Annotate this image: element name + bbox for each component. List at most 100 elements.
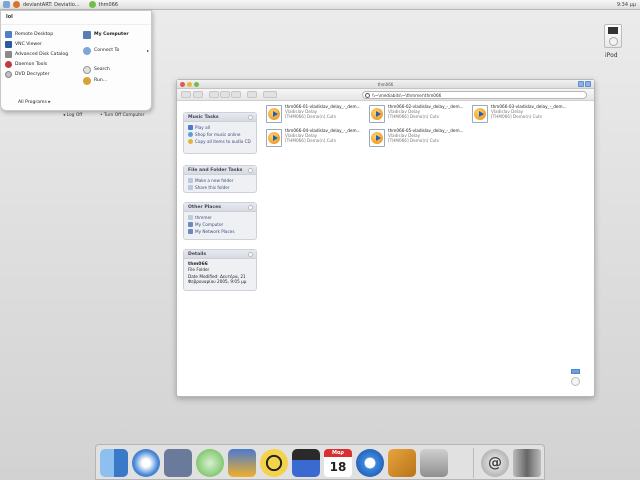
audio-file-icon [265,128,283,148]
shop-music-link[interactable]: Shop for music online [188,132,252,137]
clapper-icon[interactable] [292,449,320,477]
close-icon[interactable] [180,82,185,87]
other-places-header[interactable]: Other Places [184,203,256,212]
place-my-computer-link[interactable]: My Computer [188,222,252,227]
scroll-down-button[interactable] [571,377,580,386]
pane-item-label: Play all [195,125,210,130]
start-item-label: Advanced Disk Catalog [15,51,69,57]
pane-title: Music Tasks [188,115,219,120]
menubar-item-label: deviantART: Deviatio... [23,1,80,8]
zoom-icon[interactable] [194,82,199,87]
start-item-dvd-decrypter[interactable]: DVD Decrypter [5,69,77,79]
start-menu-places: My Computer Connect To ▸ Search Run... [83,29,149,86]
action-button[interactable] [247,91,257,98]
apple-icon[interactable] [3,1,10,8]
finder-icon[interactable] [100,449,128,477]
share-folder-link[interactable]: Share this folder [188,185,252,190]
itunes-icon[interactable] [196,449,224,477]
place-network-link[interactable]: My Network Places [188,229,252,234]
calendar-day: 18 [324,457,352,477]
dock-divider [473,448,474,478]
scrollbar-thumb[interactable] [571,369,580,374]
imovie-icon[interactable] [228,449,256,477]
start-item-vnc-viewer[interactable]: VNC Viewer [5,39,77,49]
mail-at-icon[interactable]: @ [481,449,509,477]
start-item-advanced-disk-catalog[interactable]: Advanced Disk Catalog [5,49,77,59]
copy-to-cd-link[interactable]: Copy all items to audio CD [188,139,252,144]
system-prefs-icon[interactable] [420,449,448,477]
view-icons-button[interactable] [209,91,219,98]
file-item[interactable]: thm066-02-vladislav_delay_-_dem... Vladi… [368,104,470,126]
folder-icon [88,1,96,8]
ical-icon[interactable]: Μαρ 18 [324,449,352,477]
pane-item-label: Shop for music online [195,132,241,137]
start-item-remote-desktop[interactable]: Remote Desktop [5,29,77,39]
audio-file-icon [471,104,489,124]
all-programs-button[interactable]: All Programs ▸ [18,100,51,105]
pane-item-label: Make a new folder [195,178,234,183]
minimize-icon[interactable] [187,82,192,87]
quicktime-icon[interactable] [356,449,384,477]
pane-title: Other Places [188,205,221,210]
collapse-icon[interactable] [248,115,253,120]
vnc-icon [5,40,12,48]
address-bar[interactable]: \\~\mediabits\~\thmmer\thm066 [362,91,587,99]
details-header[interactable]: Details [184,250,256,259]
start-item-connect-to[interactable]: Connect To ▸ [83,45,149,56]
window-close-button[interactable] [585,81,591,87]
menubar-item-deviantart[interactable]: deviantART: Deviatio... [13,1,80,8]
menubar-item-thm066[interactable]: thm066 [88,1,118,8]
ipod-screen [608,27,618,34]
start-item-search[interactable]: Search [83,64,149,75]
search-icon [365,93,370,98]
title-bar[interactable]: thm066 [177,80,594,89]
turn-off-button[interactable]: • Turn Off Computer [100,113,144,118]
start-item-daemon-tools[interactable]: Daemon Tools [5,59,77,69]
trash-icon[interactable] [513,449,541,477]
quicksilver-icon[interactable] [164,449,192,477]
ipod-icon[interactable] [604,24,622,48]
search-icon [83,65,91,74]
start-item-label: Daemon Tools [15,61,48,67]
play-all-link[interactable]: Play all [188,125,252,130]
file-album: [THM066] Demo(n) Cuts [388,138,440,143]
daemon-tools-icon [5,60,12,68]
safari-icon[interactable] [132,449,160,477]
globe-icon [188,132,193,137]
start-item-run[interactable]: Run... [83,75,149,86]
network-icon [188,229,193,234]
firefox-icon [13,1,20,8]
file-item[interactable]: thm066-01-vladislav_delay_-_dem... Vladi… [265,104,367,126]
mail-icon[interactable] [388,449,416,477]
file-item[interactable]: thm066-03-vladislav_delay_-_dem... Vladi… [471,104,573,126]
view-columns-button[interactable] [231,91,241,98]
collapse-icon[interactable] [248,205,253,210]
window-title: thm066 [377,82,394,87]
start-item-my-computer[interactable]: My Computer [83,29,149,40]
file-item[interactable]: thm066-05-vladislav_delay_-_dem... Vladi… [368,128,470,150]
file-album: [THM066] Demo(n) Cuts [285,114,337,119]
music-tasks-header[interactable]: Music Tasks [184,113,256,122]
computer-icon [188,222,193,227]
window-minimize-button[interactable] [578,81,584,87]
view-list-button[interactable] [220,91,230,98]
collapse-icon[interactable] [248,252,253,257]
details-type: File Folder [188,267,210,272]
back-button[interactable] [181,91,191,98]
file-item[interactable]: thm066-04-vladislav_delay_-_dem... Vladi… [265,128,367,150]
place-thmmer-link[interactable]: thmmer [188,215,252,220]
explorer-window: thm066 \\~\mediabits\~\thmmer\thm066 Mus… [176,79,595,397]
dvd-icon [5,70,12,78]
pane-title: File and Folder Tasks [188,168,243,173]
nuclear-icon[interactable] [260,449,288,477]
forward-button[interactable] [193,91,203,98]
log-off-button[interactable]: ◂ Log Off [63,113,82,118]
ipod-label: iPod [605,52,618,59]
start-item-label: DVD Decrypter [15,71,50,77]
file-folder-tasks-header[interactable]: File and Folder Tasks [184,166,256,175]
pane-item-label: thmmer [195,215,212,220]
path-button[interactable] [263,91,277,98]
make-folder-link[interactable]: Make a new folder [188,178,252,183]
collapse-icon[interactable] [248,168,253,173]
clock: 9:34 μμ [616,2,636,8]
